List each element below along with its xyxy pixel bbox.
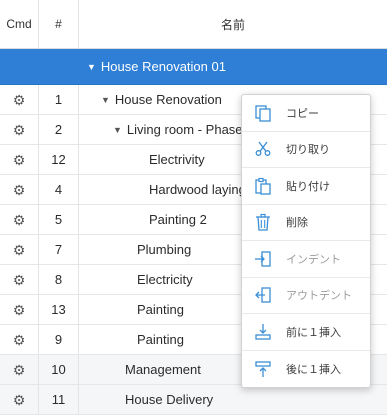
copy-icon bbox=[252, 102, 274, 124]
cmd-cell: ⚙ bbox=[0, 355, 39, 384]
cmd-cell: ⚙ bbox=[0, 385, 39, 414]
row-number: 11 bbox=[39, 385, 79, 414]
delete-icon bbox=[252, 211, 274, 233]
group-row[interactable]: ▼ House Renovation 01 bbox=[0, 49, 387, 85]
menu-item-copy[interactable]: コピー bbox=[242, 95, 370, 132]
gear-icon[interactable]: ⚙ bbox=[13, 243, 26, 257]
row-number: 8 bbox=[39, 265, 79, 294]
gear-icon[interactable]: ⚙ bbox=[13, 303, 26, 317]
header-cmd[interactable]: Cmd bbox=[0, 0, 39, 48]
cmd-cell: ⚙ bbox=[0, 295, 39, 324]
cmd-cell: ⚙ bbox=[0, 145, 39, 174]
task-name[interactable]: House Delivery bbox=[125, 392, 213, 407]
task-name[interactable]: Living room - Phase bbox=[127, 122, 243, 137]
cmd-cell: ⚙ bbox=[0, 175, 39, 204]
row-number: 7 bbox=[39, 235, 79, 264]
gear-icon[interactable]: ⚙ bbox=[13, 153, 26, 167]
menu-item-label: 切り取り bbox=[286, 144, 330, 157]
cmd-cell: ⚙ bbox=[0, 325, 39, 354]
menu-item-paste[interactable]: 貼り付け bbox=[242, 168, 370, 205]
context-menu: コピー 切り取り 貼り付け 削除 インデント アウトデント 前に１挿入 後に１挿… bbox=[241, 94, 371, 388]
outdent-icon bbox=[252, 284, 274, 306]
caret-down-icon[interactable]: ▼ bbox=[113, 125, 122, 135]
task-name[interactable]: Electricity bbox=[137, 272, 193, 287]
gear-icon[interactable]: ⚙ bbox=[13, 183, 26, 197]
caret-down-icon[interactable]: ▼ bbox=[101, 95, 110, 105]
menu-item-label: 削除 bbox=[286, 217, 308, 230]
menu-item-label: 貼り付け bbox=[286, 180, 330, 193]
row-number: 10 bbox=[39, 355, 79, 384]
paste-icon bbox=[252, 175, 274, 197]
cmd-cell: ⚙ bbox=[0, 205, 39, 234]
row-number: 12 bbox=[39, 145, 79, 174]
caret-down-icon[interactable]: ▼ bbox=[87, 62, 96, 72]
cmd-cell: ⚙ bbox=[0, 85, 39, 114]
indent-icon bbox=[252, 248, 274, 270]
group-name-cell: ▼ House Renovation 01 bbox=[79, 49, 387, 84]
task-name[interactable]: Hardwood laying bbox=[149, 182, 246, 197]
header-name[interactable]: 名前 bbox=[79, 0, 387, 48]
menu-item-label: コピー bbox=[286, 107, 319, 120]
menu-item-insert-before[interactable]: 前に１挿入 bbox=[242, 314, 370, 351]
insert-after-icon bbox=[252, 358, 274, 380]
task-name[interactable]: Electrivity bbox=[149, 152, 205, 167]
menu-item-label: 前に１挿入 bbox=[286, 326, 341, 339]
row-number: 1 bbox=[39, 85, 79, 114]
cmd-cell: ⚙ bbox=[0, 265, 39, 294]
menu-item-indent[interactable]: インデント bbox=[242, 241, 370, 278]
row-number: 2 bbox=[39, 115, 79, 144]
menu-item-delete[interactable]: 削除 bbox=[242, 205, 370, 241]
gear-icon[interactable]: ⚙ bbox=[13, 363, 26, 377]
group-name: House Renovation 01 bbox=[100, 59, 226, 74]
menu-item-label: インデント bbox=[286, 253, 341, 266]
cut-icon bbox=[252, 138, 274, 160]
insert-before-icon bbox=[252, 321, 274, 343]
menu-item-label: 後に１挿入 bbox=[286, 363, 341, 376]
task-row[interactable]: ⚙ 11 House Delivery bbox=[0, 385, 387, 415]
task-name[interactable]: Plumbing bbox=[137, 242, 191, 257]
task-name[interactable]: House Renovation bbox=[115, 92, 222, 107]
task-name[interactable]: Painting 2 bbox=[149, 212, 207, 227]
grid-header: Cmd # 名前 bbox=[0, 0, 387, 49]
header-number[interactable]: # bbox=[39, 0, 79, 48]
menu-item-outdent[interactable]: アウトデント bbox=[242, 278, 370, 314]
row-number: 5 bbox=[39, 205, 79, 234]
gear-icon[interactable]: ⚙ bbox=[13, 273, 26, 287]
gear-icon[interactable]: ⚙ bbox=[13, 213, 26, 227]
menu-item-label: アウトデント bbox=[286, 290, 352, 303]
cmd-cell: ⚙ bbox=[0, 115, 39, 144]
row-number: 4 bbox=[39, 175, 79, 204]
group-num-cell bbox=[39, 49, 79, 84]
gear-icon[interactable]: ⚙ bbox=[13, 393, 26, 407]
gear-icon[interactable]: ⚙ bbox=[13, 333, 26, 347]
gear-icon[interactable]: ⚙ bbox=[13, 93, 26, 107]
row-number: 13 bbox=[39, 295, 79, 324]
cmd-cell: ⚙ bbox=[0, 235, 39, 264]
group-cmd-cell bbox=[0, 49, 39, 84]
gear-icon[interactable]: ⚙ bbox=[13, 123, 26, 137]
menu-item-cut[interactable]: 切り取り bbox=[242, 132, 370, 168]
menu-item-insert-after[interactable]: 後に１挿入 bbox=[242, 351, 370, 388]
name-cell: House Delivery bbox=[79, 385, 387, 414]
task-name[interactable]: Painting bbox=[137, 332, 184, 347]
task-name[interactable]: Management bbox=[125, 362, 201, 377]
row-number: 9 bbox=[39, 325, 79, 354]
task-name[interactable]: Painting bbox=[137, 302, 184, 317]
